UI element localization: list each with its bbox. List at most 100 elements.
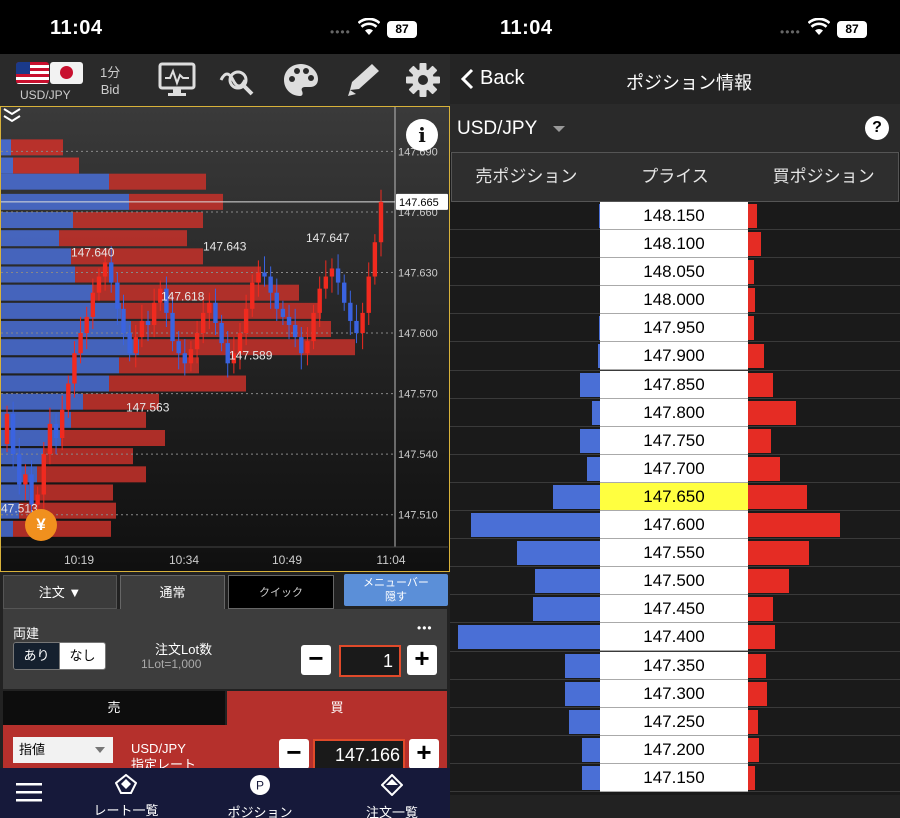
candle-body <box>262 272 267 277</box>
yen-icon[interactable]: ¥ <box>25 509 57 541</box>
orderbook-row: 147.650 <box>450 482 900 512</box>
chart-buy-depth-bar <box>13 157 79 174</box>
sell-position-bar <box>582 765 600 790</box>
hedge-off-option[interactable]: なし <box>60 643 105 669</box>
price-cell: 147.500 <box>600 567 748 596</box>
lot-increment-button[interactable]: + <box>407 645 437 675</box>
orderbook-row: 147.150 <box>450 763 900 792</box>
price-cell: 147.850 <box>600 370 748 399</box>
execution-type-select[interactable]: 指値 <box>13 737 113 763</box>
tab-order-list[interactable]: 注文一覧 <box>354 773 430 818</box>
hedge-toggle[interactable]: あり なし <box>13 642 106 670</box>
caret-down-icon[interactable] <box>553 126 565 132</box>
lot-quantity-input[interactable]: 1 <box>339 645 401 677</box>
candle-body <box>66 383 71 410</box>
rate-list-icon <box>114 773 138 794</box>
buy-position-header: 買ポジション <box>772 167 875 186</box>
orderbook-row: 147.400 <box>450 623 900 652</box>
candle-body <box>84 316 89 334</box>
order-type-dropdown[interactable]: 注文 ▼ <box>3 575 117 609</box>
orderbook-row: 147.950 <box>450 314 900 343</box>
candle-body <box>170 312 175 342</box>
chart-sell-depth-bar <box>1 230 59 247</box>
candle-body <box>200 312 206 334</box>
buy-position-bar <box>748 709 758 734</box>
orderbook-row: 147.350 <box>450 651 900 680</box>
position-icon: P <box>250 775 270 795</box>
price-annotation: 147.563 <box>126 401 170 415</box>
price-increment-button[interactable]: + <box>409 739 439 769</box>
chart-screen: 11:04 •••• 87 USD/JPY 1分 Bid 147.690 147… <box>0 0 450 818</box>
chart-buy-depth-bar <box>73 212 203 229</box>
chart-sell-depth-bar <box>1 173 109 190</box>
buy-tab[interactable]: 買 <box>227 691 447 725</box>
limit-pair: USD/JPY <box>131 741 186 756</box>
candle-body <box>305 341 310 354</box>
candlestick-chart[interactable]: 147.690 147.660 147.630 147.600 147.570 147.5… <box>0 106 450 572</box>
sell-tab[interactable]: 売 <box>3 691 225 725</box>
hamburger-menu-icon[interactable] <box>16 783 42 803</box>
currency-pair-selector[interactable] <box>16 62 83 86</box>
price-cell: 147.300 <box>600 679 748 708</box>
battery-icon: 87 <box>837 21 867 38</box>
pencil-icon[interactable] <box>344 62 382 98</box>
price-cell: 147.750 <box>600 426 748 455</box>
price-cell: 147.700 <box>600 454 748 483</box>
sell-position-bar <box>565 653 600 678</box>
more-options-icon[interactable]: ••• <box>417 621 433 635</box>
price-annotation: 147.643 <box>203 239 247 253</box>
pair-selector[interactable]: USD/JPY <box>457 118 537 140</box>
orderbook-row: 147.900 <box>450 342 900 371</box>
sell-position-bar <box>582 737 600 762</box>
price-decrement-button[interactable]: − <box>279 739 309 769</box>
candle-body <box>292 324 298 338</box>
chart-canvas[interactable]: 147.690147.660147.630147.600147.570147.5… <box>1 107 448 570</box>
buy-position-bar <box>748 204 757 228</box>
price-cell: 148.100 <box>600 230 748 259</box>
sell-position-bar <box>458 625 600 650</box>
y-tick-label: 147.540 <box>398 449 438 461</box>
candle-body <box>59 409 65 439</box>
orderbook-row: 147.500 <box>450 567 900 596</box>
buy-position-bar <box>748 569 789 594</box>
orderbook[interactable]: 148.150 148.100 148.050 148.000 147.950 147.9… <box>450 202 900 792</box>
price-cell: 147.950 <box>600 314 748 343</box>
sell-position-bar <box>580 428 600 453</box>
candle-body <box>299 337 304 354</box>
current-price-label: 147.665 <box>399 197 439 209</box>
candle-body <box>311 312 316 342</box>
candle-body <box>378 201 384 243</box>
orderbook-row: 148.100 <box>450 230 900 259</box>
info-icon[interactable]: i <box>406 119 438 151</box>
palette-icon[interactable] <box>282 62 320 98</box>
tab-normal[interactable]: 通常 <box>120 575 225 613</box>
pair-label: USD/JPY <box>20 88 71 102</box>
orderbook-row: 147.450 <box>450 595 900 624</box>
help-icon[interactable]: ? <box>865 116 889 140</box>
y-tick-label: 147.600 <box>398 328 438 340</box>
hedge-on-option[interactable]: あり <box>14 643 60 669</box>
orderbook-row: 148.050 <box>450 258 900 287</box>
gear-icon[interactable] <box>404 62 442 98</box>
buy-position-bar <box>748 456 780 481</box>
candle-body <box>10 413 16 455</box>
pair-selector-bar[interactable]: USD/JPY ? <box>450 104 900 152</box>
x-tick-label: 10:34 <box>169 553 199 567</box>
tab-quick[interactable]: クイック <box>228 575 334 609</box>
buy-position-bar <box>748 484 807 509</box>
limit-price-input[interactable]: 147.166 <box>313 739 405 771</box>
candle-body <box>286 316 292 325</box>
monitor-chart-icon[interactable] <box>158 62 196 98</box>
chevron-down-icon[interactable] <box>1 107 23 123</box>
tab-order-list-label: 注文一覧 <box>365 805 418 818</box>
price-type-label: Bid <box>100 82 120 97</box>
timeframe-selector[interactable]: 1分 Bid <box>100 64 120 98</box>
indicator-icon[interactable] <box>218 62 256 98</box>
lot-decrement-button[interactable]: − <box>301 645 331 675</box>
chart-sell-depth-bar <box>1 157 13 174</box>
hide-menubar-button[interactable]: メニューバー 隠す <box>344 574 448 606</box>
candle-body <box>354 320 359 334</box>
price-cell: 147.150 <box>600 763 748 792</box>
tab-position[interactable]: P ポジション <box>222 774 298 818</box>
tab-rate-list[interactable]: レート一覧 <box>88 773 164 818</box>
